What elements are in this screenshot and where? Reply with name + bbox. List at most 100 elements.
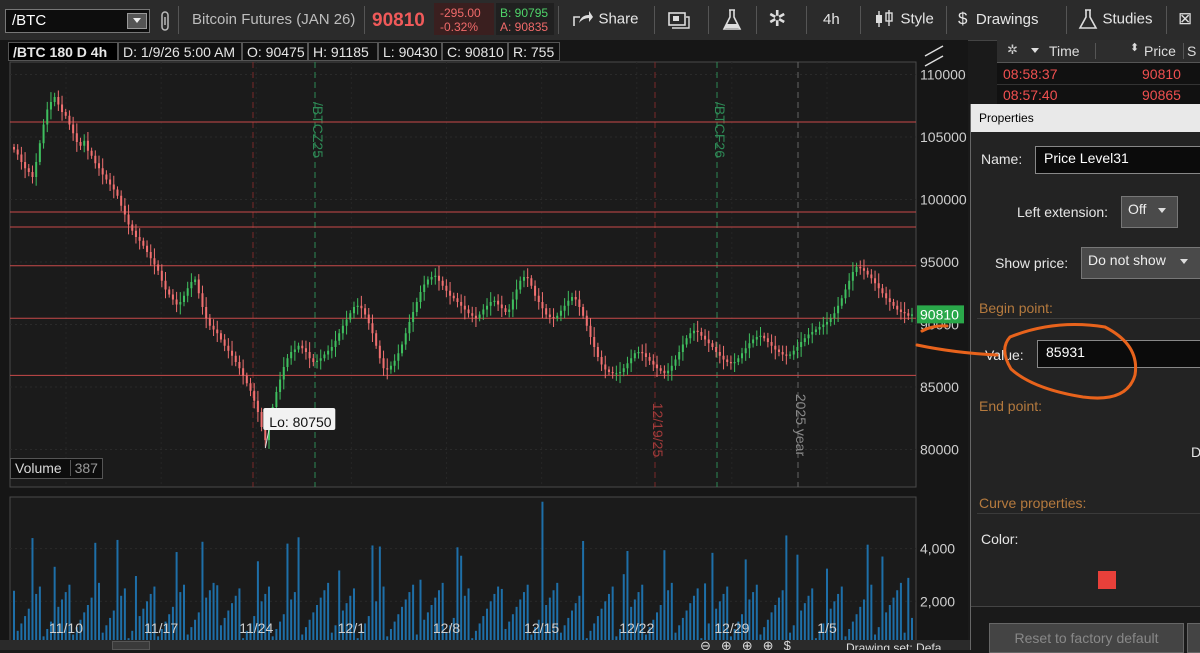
candle-body (692, 330, 695, 334)
y-tick-label: 110000 (920, 67, 966, 83)
flask-icon[interactable] (722, 9, 742, 31)
candle-body (345, 319, 348, 326)
candle-body (777, 349, 780, 352)
candle-body (818, 327, 821, 330)
marker-label: /BTCF26 (712, 102, 728, 158)
candle-body (497, 300, 500, 305)
show-price-select[interactable]: Do not show (1081, 247, 1200, 279)
drawing-set-label[interactable]: Drawing set: Defa (846, 641, 941, 650)
candle-body (35, 162, 38, 177)
left-extension-select[interactable]: Off (1121, 196, 1178, 228)
candle-body (622, 368, 625, 372)
candle-body (231, 350, 234, 356)
candle-body (279, 379, 282, 392)
volume-bar (866, 544, 869, 650)
candle-body (486, 305, 489, 310)
candle-body (364, 308, 367, 315)
candle-body (571, 297, 574, 301)
properties-title[interactable]: Properties (971, 104, 1200, 132)
col-time[interactable]: Time (1049, 43, 1080, 59)
candle-body (519, 280, 522, 290)
price-chart[interactable]: /BTCZ25 12/19/25/BTCF26 2025 year 4,000 2,0… (0, 40, 968, 650)
name-label: Name: (981, 151, 1023, 167)
dollar-ruler-icon: $ (958, 9, 968, 28)
candle-body (212, 325, 215, 330)
link-icon[interactable] (158, 11, 172, 31)
settings-icon[interactable]: ✲ (1007, 42, 1018, 58)
zoom-controls[interactable]: ⊖⊕⊕⊕$ (700, 638, 801, 650)
candle-body (829, 318, 832, 322)
candle-body (807, 334, 810, 339)
candle-body (696, 330, 699, 332)
studies-button[interactable]: Studies (1078, 9, 1153, 29)
candle-body (16, 149, 19, 155)
y-tick-label: 105000 (920, 129, 967, 145)
candle-body (330, 347, 333, 351)
interval-button[interactable]: 4h (823, 11, 840, 28)
candle-body (604, 364, 607, 370)
volume-bar (297, 537, 300, 650)
drawings-button[interactable]: $ Drawings (958, 9, 1038, 29)
candle-body (888, 298, 891, 302)
candle-body (814, 329, 817, 332)
y-tick-label: 100000 (920, 192, 967, 208)
candle-body (445, 285, 448, 291)
candle-body (545, 308, 548, 315)
y-tick-label: 80000 (920, 442, 959, 458)
candle-body (378, 345, 381, 359)
color-swatch[interactable] (1098, 571, 1116, 589)
candle-body (297, 345, 300, 350)
sort-chevron-icon[interactable] (1031, 48, 1039, 53)
snapshot-icon[interactable] (668, 11, 690, 29)
candle-body (449, 290, 452, 296)
candle-body (896, 305, 899, 310)
style-button[interactable]: Style (874, 9, 934, 29)
candle-body (90, 150, 93, 156)
candle-body (630, 358, 633, 364)
row-time: 08:58:37 (1003, 66, 1058, 82)
gear-icon[interactable]: ✲ (768, 6, 786, 32)
candle-body (105, 174, 108, 180)
symbol-dropdown-icon[interactable] (127, 13, 147, 29)
candle-body (423, 284, 426, 292)
separator (654, 6, 655, 34)
last-price: 90810 (372, 10, 425, 31)
candle-body (223, 339, 226, 346)
candle-body (57, 97, 60, 105)
candle-body (582, 307, 585, 316)
reset-default-button[interactable]: Reset to factory default (989, 623, 1184, 653)
candle-body (157, 264, 160, 271)
candle-body (164, 280, 167, 290)
scroll-handle[interactable] (112, 641, 150, 650)
name-input[interactable]: Price Level31 (1035, 146, 1200, 174)
volume-bar (744, 559, 747, 650)
share-button[interactable]: Share (572, 9, 638, 33)
candle-body (72, 124, 75, 134)
candle-body (633, 353, 636, 359)
candle-body (567, 300, 570, 306)
ask-price: A: 90835 (500, 20, 549, 34)
candle-body (471, 313, 474, 316)
candle-body (12, 147, 16, 150)
symbol-selector[interactable]: /BTC (5, 9, 150, 33)
dock-icon[interactable]: ⊠ (1178, 9, 1192, 29)
col-extra[interactable]: S (1187, 43, 1196, 59)
candle-body (541, 302, 544, 309)
candle-body (182, 295, 186, 302)
candle-body (97, 163, 101, 169)
candle-body (526, 277, 529, 279)
candle-body (116, 189, 119, 196)
volume-bar (286, 543, 289, 650)
candle-body (49, 102, 52, 110)
col-price[interactable]: Price (1144, 43, 1176, 59)
volume-bar (881, 556, 884, 650)
candle-body (766, 338, 769, 342)
candle-body (548, 314, 551, 317)
separator (860, 6, 861, 34)
candle-body (774, 345, 777, 350)
ok-button-partial[interactable] (1187, 623, 1200, 653)
candle-body (825, 322, 829, 325)
candle-body (770, 342, 773, 346)
candle-body (201, 293, 204, 307)
sort-icon[interactable]: ⬍ (1130, 41, 1139, 54)
